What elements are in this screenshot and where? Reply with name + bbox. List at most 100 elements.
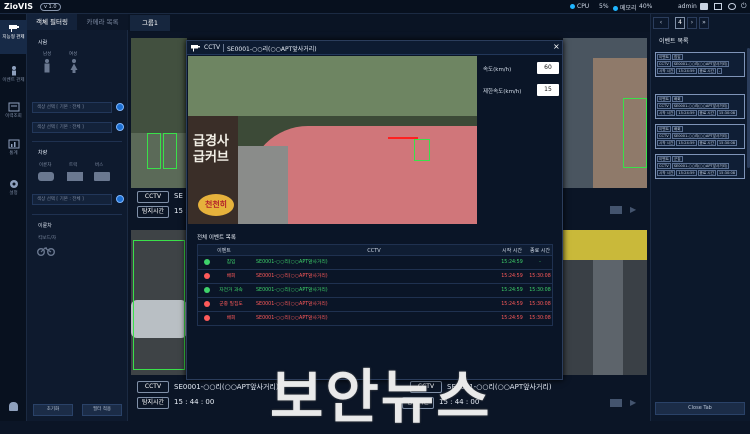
user-name[interactable]: admin <box>678 3 697 10</box>
event-name: 배회 <box>226 274 236 279</box>
camera-feed-1[interactable] <box>131 38 187 188</box>
modal-video-feed[interactable]: 급경사 급커브 천천히 <box>188 56 477 224</box>
car-icon[interactable] <box>38 172 54 181</box>
cctv-label-1: CCTV <box>137 191 169 203</box>
close-icon[interactable]: × <box>553 42 560 51</box>
slow-sign: 천천히 <box>198 194 234 216</box>
camera-feed-3[interactable] <box>131 230 187 375</box>
card-event-row: 이벤트 배회 <box>657 96 683 102</box>
tab-object-filter[interactable]: 객체 필터링 <box>27 14 77 30</box>
bus-icon[interactable] <box>94 172 110 181</box>
card-time-row: 시작 시간 15:24:59 종료 시간 - <box>657 68 723 74</box>
speed-label: 속도(km/h) <box>483 67 512 73</box>
feed-ceiling <box>563 230 647 260</box>
group-tab-bar <box>128 14 650 32</box>
detection-box <box>147 133 161 169</box>
alarm-bell-icon[interactable] <box>9 402 18 411</box>
mobility-sub-label: 킥보드/자 <box>38 236 57 241</box>
tab-camera-list[interactable]: 카메라 목록 <box>77 14 128 30</box>
event-name: 군중 밀집도 <box>219 302 243 307</box>
apply-filter-button[interactable]: 필터 적용 <box>82 404 122 416</box>
person-bottom-color-toggle[interactable] <box>116 123 124 131</box>
vehicle-color-select[interactable]: 색상 선택 [ 기본 : 전체 ] <box>32 194 112 205</box>
rail-item-events[interactable]: 이벤트 관제 <box>0 66 27 92</box>
rail-item-monitoring[interactable]: 지능형 관제 <box>0 20 27 54</box>
camera-feed-2[interactable] <box>563 38 647 188</box>
card-event-row: 이벤트 침입 <box>657 54 683 60</box>
settings-icon[interactable] <box>728 3 736 10</box>
logout-icon[interactable]: ⏻ <box>741 2 747 11</box>
last-page-icon[interactable]: » <box>699 17 709 29</box>
person-icon <box>202 256 212 269</box>
rail-item-stats[interactable]: 통계 <box>0 139 27 161</box>
next-page-icon[interactable]: › <box>687 17 697 29</box>
event-list-title: 이벤트 목록 <box>659 38 689 45</box>
event-card[interactable]: 이벤트 군집 CCTV SE0001-○○리(○○APT앞사거리) 시작 시간 15:24… <box>655 154 745 179</box>
detect-time-label-3: 탐지시간 <box>137 397 169 409</box>
cpu-icon <box>570 4 575 9</box>
detect-time-3: 15 : 44 : 00 <box>174 398 215 406</box>
play-icon[interactable]: ▶ <box>630 398 636 407</box>
male-label: 남성 <box>43 52 52 57</box>
female-icon[interactable] <box>70 59 78 73</box>
rail-item-settings[interactable]: 설정 <box>0 179 27 201</box>
group-icon <box>202 298 212 311</box>
close-tab-button[interactable]: Close Tab <box>655 402 745 415</box>
person-top-color-select[interactable]: 색상 선택 [ 기본 : 전체 ] <box>32 102 112 113</box>
modal-title-label: CCTV <box>204 44 221 51</box>
card-time-row: 시작 시간 15:24:59 종료 시간 15:30:08 <box>657 170 738 176</box>
cctv-label-3: CCTV <box>137 381 169 393</box>
detection-box <box>414 139 430 161</box>
watermark-logo: 보안뉴스 <box>270 363 492 431</box>
notification-icon[interactable] <box>714 3 722 10</box>
card-cctv-row: CCTV SE0001-○○리(○○APT앞사거리) <box>657 61 730 67</box>
card-cctv-row: CCTV SE0001-○○리(○○APT앞사거리) <box>657 163 730 169</box>
rail-item-history[interactable]: 이력조회 <box>0 102 27 124</box>
table-row[interactable]: 군중 밀집도 SE0001-○○리(○○APT앞사거리) 15:24:59 15:30… <box>197 298 553 312</box>
record-icon[interactable] <box>610 206 622 214</box>
top-bar: ZioVIS v 1.0 CPU 5% 메모리 40% admin ⏻ <box>0 0 750 14</box>
person-icon <box>202 312 212 325</box>
cpu-status: CPU <box>570 3 589 10</box>
memory-icon <box>613 6 618 11</box>
memory-value: 40% <box>639 3 653 10</box>
cctv-detail-modal: CCTV SE0001-○○리(○○APT앞사거리) × 급경사 급커브 천천히 … <box>186 40 563 380</box>
page-number[interactable]: 4 <box>675 17 685 29</box>
speed-value: 60 <box>537 62 559 74</box>
detection-box <box>133 240 185 370</box>
person-bottom-color-select[interactable]: 색상 선택 [ 기본 : 전체 ] <box>32 122 112 133</box>
divider <box>32 214 122 215</box>
truck-icon[interactable] <box>67 172 83 181</box>
event-card[interactable]: 이벤트 배회 CCTV SE0001-○○리(○○APT앞사거리) 시작 시간 15:24… <box>655 124 745 149</box>
camera-feed-4[interactable] <box>563 230 647 375</box>
detect-time-label-1: 탐지시간 <box>137 206 169 218</box>
table-row[interactable]: 배회 SE0001-○○리(○○APT앞사거리) 15:24:59 15:30:08 <box>197 312 553 326</box>
table-row[interactable]: 배회 SE0001-○○리(○○APT앞사거리) 15:24:59 15:30:08 <box>197 270 553 284</box>
cctv-icon <box>191 45 200 52</box>
event-end: 15:30:08 <box>529 316 551 321</box>
card-cctv-row: CCTV SE0001-○○리(○○APT앞사거리) <box>657 103 730 109</box>
person-top-color-toggle[interactable] <box>116 103 124 111</box>
user-icon[interactable] <box>700 3 708 10</box>
event-card[interactable]: 이벤트 침입 CCTV SE0001-○○리(○○APT앞사거리) 시작 시간 15:24… <box>655 52 745 77</box>
play-icon[interactable]: ▶ <box>630 205 636 214</box>
event-end: 15:30:08 <box>529 288 551 293</box>
record-icon[interactable] <box>610 399 622 407</box>
reset-button[interactable]: 초기화 <box>33 404 73 416</box>
prev-page-icon[interactable]: ‹ <box>653 17 669 29</box>
tab-group1[interactable]: 그룹1 <box>130 15 170 31</box>
event-name: 배회 <box>226 316 236 321</box>
male-icon[interactable] <box>43 59 51 73</box>
event-end: 15:30:08 <box>529 302 551 307</box>
version-badge: v 1.0 <box>40 3 61 11</box>
vehicle-type-label-3: 버스 <box>95 163 104 168</box>
event-card[interactable]: 이벤트 배회 CCTV SE0001-○○리(○○APT앞사거리) 시작 시간 15:24… <box>655 94 745 119</box>
event-list-panel: ‹ 4 › » 이벤트 목록 이벤트 침입 CCTV SE0001-○○리(○○APT… <box>650 14 750 421</box>
event-name: 침입 <box>226 260 236 265</box>
table-row[interactable]: 자전거 과속 SE0001-○○리(○○APT앞사거리) 15:24:59 15:30… <box>197 284 553 298</box>
table-row[interactable]: 침입 SE0001-○○리(○○APT앞사거리) 15:24:59 - <box>197 256 553 270</box>
gear-icon <box>9 180 18 188</box>
bicycle-icon[interactable] <box>37 246 55 256</box>
speed-limit-value[interactable]: 15 <box>537 84 559 96</box>
vehicle-color-toggle[interactable] <box>116 195 124 203</box>
